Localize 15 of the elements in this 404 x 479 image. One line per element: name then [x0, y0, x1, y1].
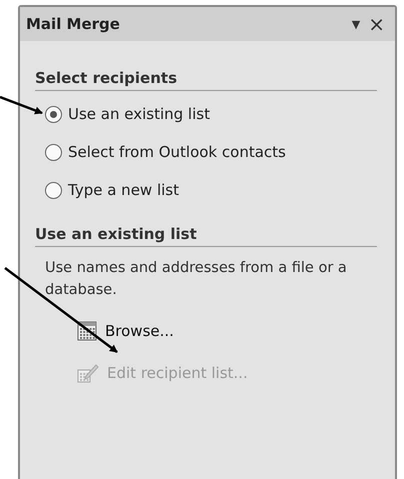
radio-button[interactable]: [45, 144, 62, 160]
table-pencil-icon: [77, 363, 99, 383]
radio-button[interactable]: [45, 182, 62, 198]
radio-option[interactable]: Use an existing list: [45, 105, 377, 123]
section-heading: Use an existing list: [35, 225, 377, 247]
section-heading: Select recipients: [35, 69, 377, 91]
close-button[interactable]: ×: [364, 14, 389, 34]
radio-button[interactable]: [45, 106, 62, 122]
pane-title: Mail Merge: [26, 15, 121, 33]
description-text: Use names and addresses from a file or a database.: [45, 259, 348, 300]
radio-option[interactable]: Select from Outlook contacts: [45, 143, 377, 161]
radio-option[interactable]: Type a new list: [45, 181, 377, 199]
menu-button[interactable]: ▼: [348, 18, 364, 30]
callout-arrow: [0, 96, 43, 114]
action-link[interactable]: Browse...: [77, 321, 174, 341]
